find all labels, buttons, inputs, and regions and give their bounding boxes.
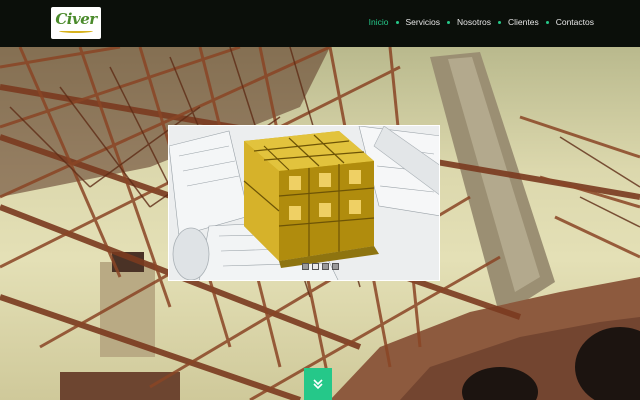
image-slider[interactable] [168, 125, 440, 281]
nav-item-clientes[interactable]: Clientes [508, 17, 539, 27]
slider-bullet[interactable] [311, 263, 319, 270]
nav-item-servicios[interactable]: Servicios [406, 17, 440, 27]
nav-item-contactos[interactable]: Contactos [556, 17, 594, 27]
main-nav: Inicio Servicios Nosotros Clientes Contactos [369, 17, 594, 27]
building-blueprint-image [169, 126, 439, 280]
nav-item-inicio[interactable]: Inicio [369, 17, 389, 27]
slider-pagination [0, 263, 640, 270]
chevron-double-down-icon [313, 379, 323, 390]
logo-swoosh-icon [59, 29, 93, 33]
nav-separator-dot-icon [446, 20, 450, 24]
slider-bullet[interactable] [321, 263, 329, 270]
scroll-down-button[interactable] [304, 368, 332, 400]
site-header: Civer Inicio Servicios Nosotros Clientes Con… [0, 0, 640, 47]
nav-separator-dot-icon [545, 20, 549, 24]
slider-bullet[interactable] [301, 263, 309, 270]
logo-text: Civer [55, 10, 97, 28]
nav-item-nosotros[interactable]: Nosotros [457, 17, 491, 27]
brand-logo[interactable]: Civer [51, 7, 101, 39]
nav-separator-dot-icon [498, 20, 501, 24]
slider-bullet[interactable] [331, 263, 339, 270]
nav-separator-dot-icon [395, 20, 399, 24]
